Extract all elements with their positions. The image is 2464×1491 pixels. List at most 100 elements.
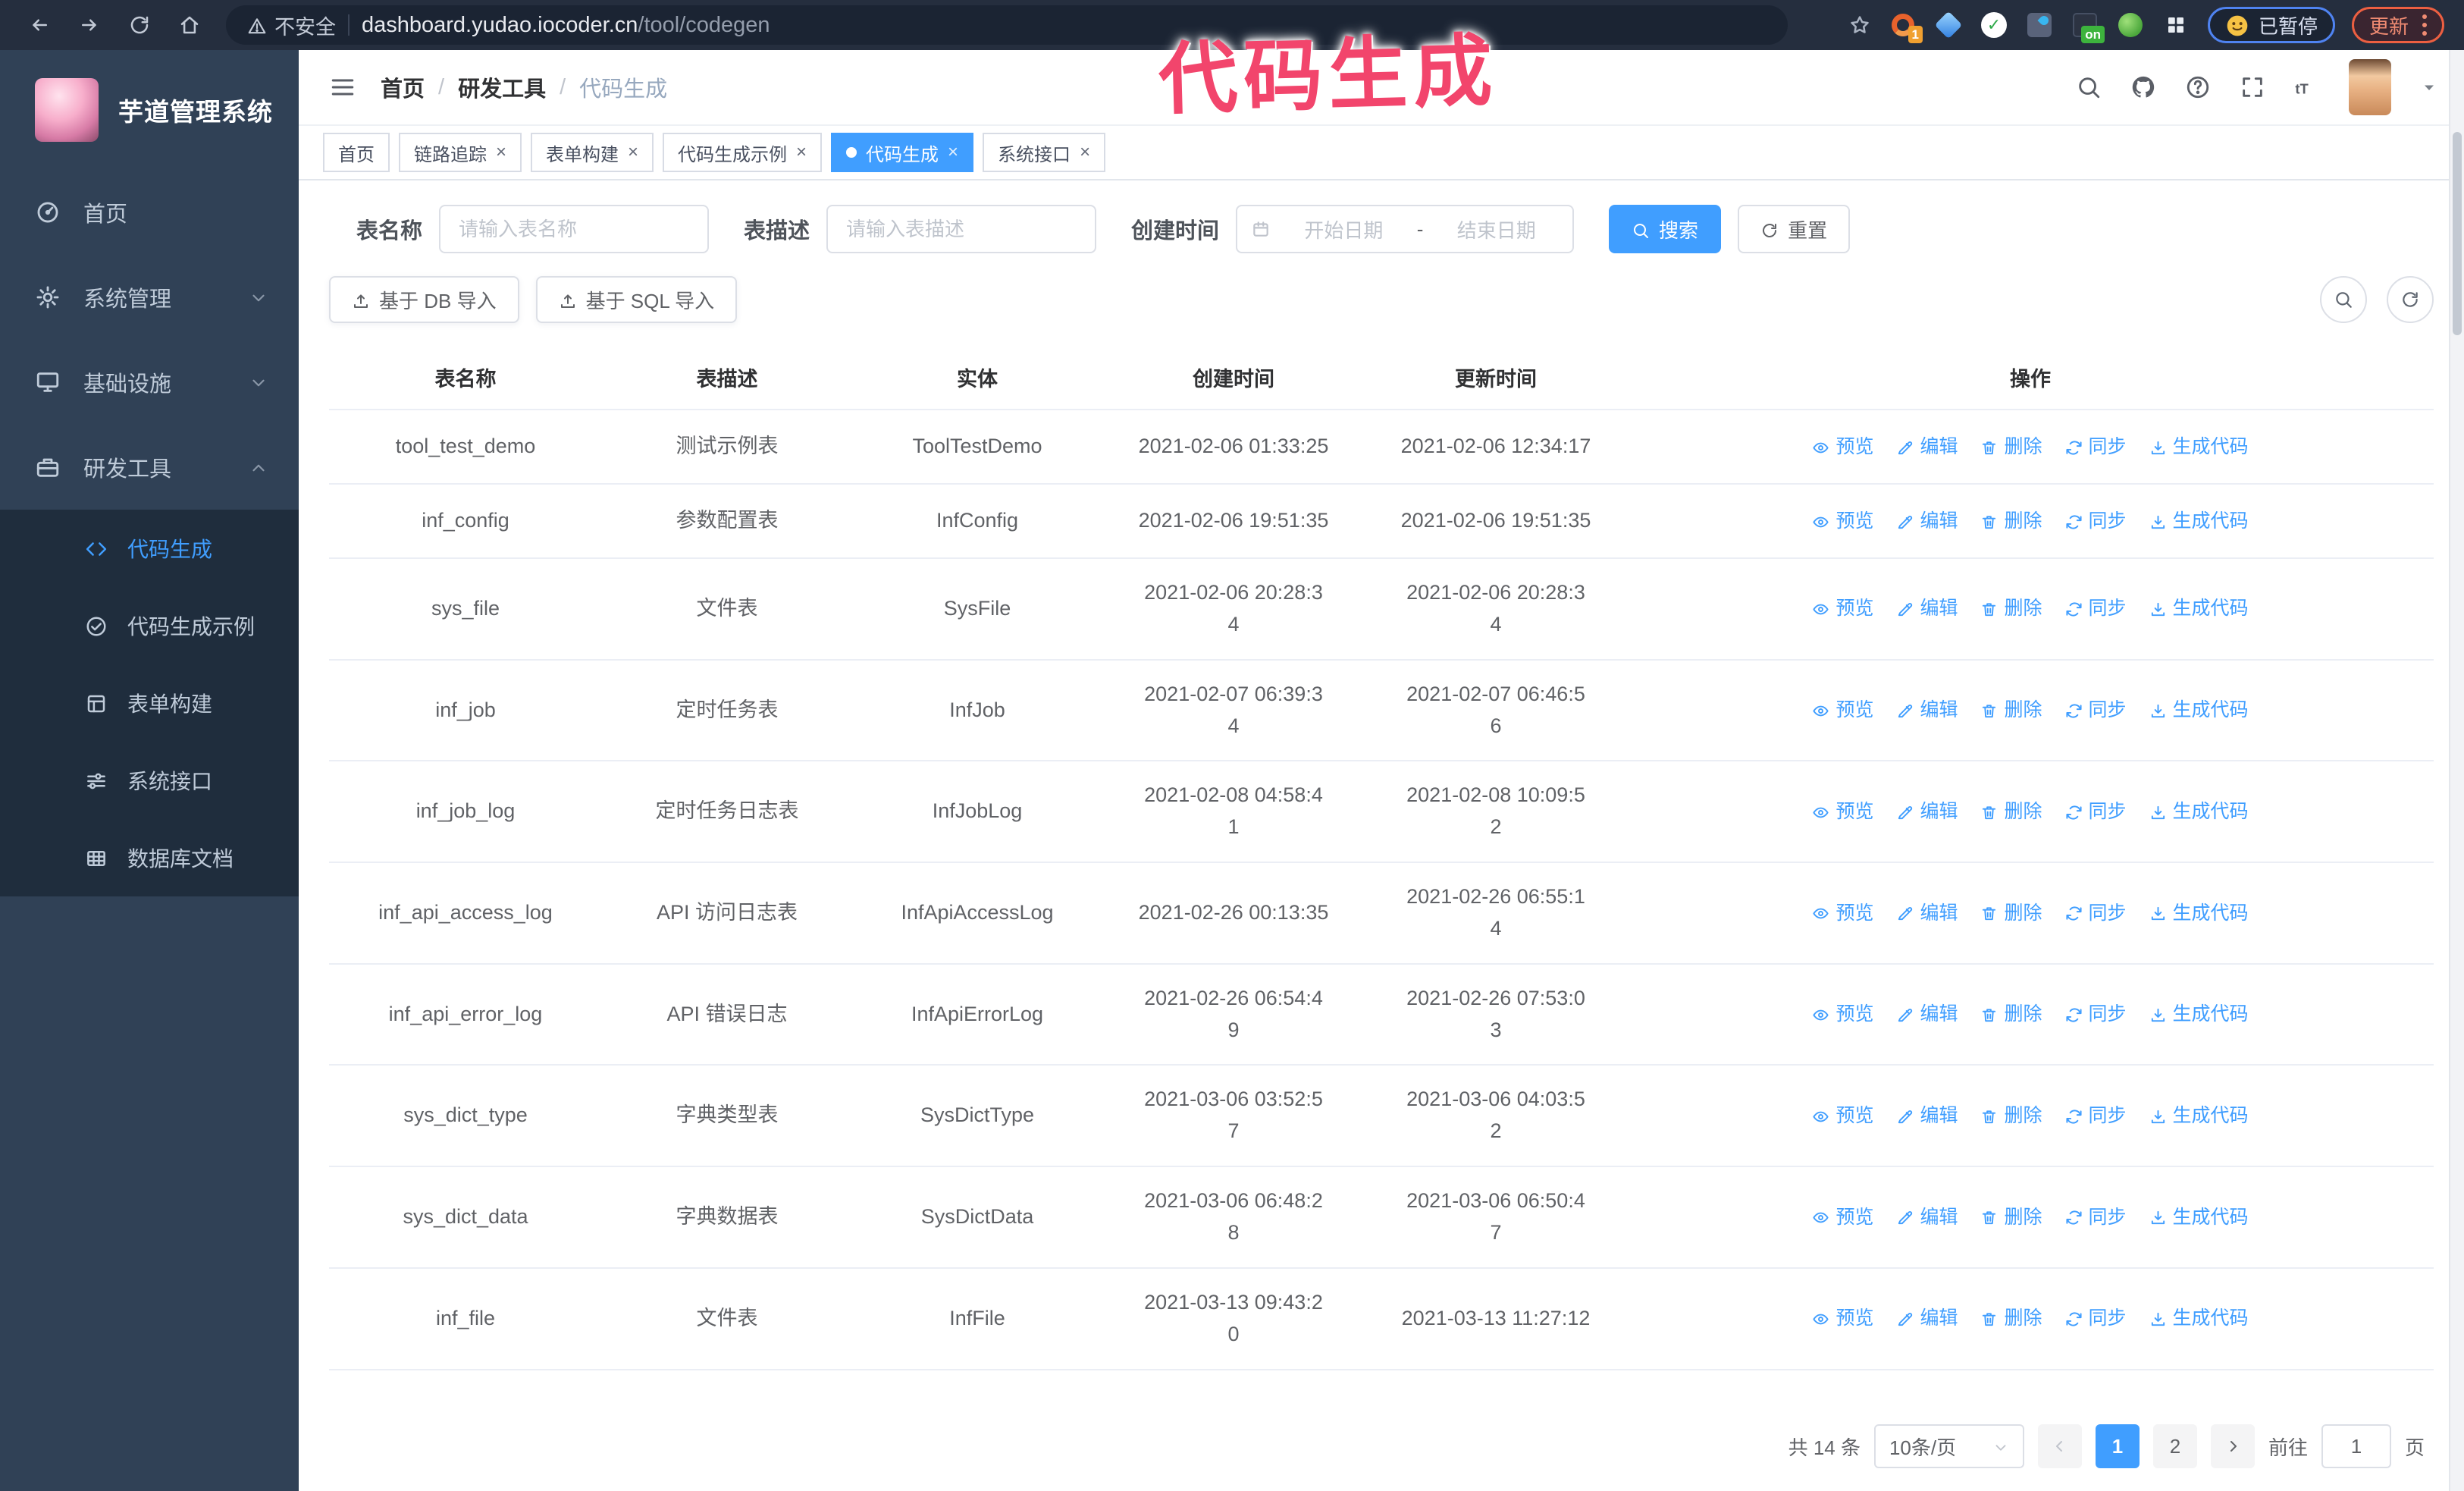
edit-link[interactable]: 编辑	[1896, 1304, 1958, 1333]
close-icon[interactable]: ×	[796, 143, 807, 162]
edit-link[interactable]: 编辑	[1896, 1203, 1958, 1232]
gem-blue-icon[interactable]	[1933, 10, 1964, 40]
page-size-select[interactable]: 10条/页	[1873, 1424, 2024, 1468]
reset-button[interactable]: 重置	[1738, 205, 1851, 253]
edit-link[interactable]: 编辑	[1896, 1000, 1958, 1029]
sync-link[interactable]: 同步	[2065, 1000, 2127, 1029]
font-size-icon[interactable]: tT	[2294, 74, 2320, 100]
home-icon[interactable]	[170, 5, 209, 45]
bookmark-star-icon[interactable]	[1848, 14, 1871, 36]
delete-link[interactable]: 删除	[1980, 432, 2042, 462]
close-icon[interactable]: ×	[628, 143, 638, 162]
sync-link[interactable]: 同步	[2065, 899, 2127, 928]
generate-link[interactable]: 生成代码	[2149, 432, 2249, 462]
sidebar-item-系统管理[interactable]: 系统管理	[0, 255, 299, 340]
sync-link[interactable]: 同步	[2065, 1203, 2127, 1232]
table-name-input[interactable]	[439, 205, 710, 253]
delete-link[interactable]: 删除	[1980, 1000, 2042, 1029]
edit-link[interactable]: 编辑	[1896, 594, 1958, 623]
delete-link[interactable]: 删除	[1980, 1203, 2042, 1232]
reload-icon[interactable]	[120, 5, 159, 45]
dark-on-icon[interactable]: on	[2070, 10, 2105, 43]
edit-link[interactable]: 编辑	[1896, 1101, 1958, 1131]
search-button[interactable]: 搜索	[1609, 205, 1722, 253]
prev-page-button[interactable]	[2037, 1424, 2082, 1468]
generate-link[interactable]: 生成代码	[2149, 1203, 2249, 1232]
help-icon[interactable]	[2185, 74, 2211, 100]
github-icon[interactable]	[2130, 74, 2156, 100]
user-avatar[interactable]	[2349, 59, 2391, 115]
scrollbar-thumb[interactable]	[2453, 132, 2462, 335]
generate-link[interactable]: 生成代码	[2149, 594, 2249, 623]
preview-link[interactable]: 预览	[1812, 1203, 1873, 1232]
table-desc-input[interactable]	[826, 205, 1097, 253]
preview-link[interactable]: 预览	[1812, 432, 1873, 462]
next-page-button[interactable]	[2210, 1424, 2255, 1468]
tab-链路追踪[interactable]: 链路追踪 ×	[399, 133, 522, 172]
generate-link[interactable]: 生成代码	[2149, 1000, 2249, 1029]
sidebar-subitem-代码生成[interactable]: 代码生成	[0, 510, 299, 587]
back-icon[interactable]	[20, 5, 59, 45]
edit-link[interactable]: 编辑	[1896, 899, 1958, 928]
sync-link[interactable]: 同步	[2065, 695, 2127, 725]
forward-icon[interactable]	[70, 5, 109, 45]
sidebar-logo[interactable]: 芋道管理系统	[0, 50, 299, 170]
preview-link[interactable]: 预览	[1812, 507, 1873, 536]
tab-首页[interactable]: 首页	[323, 133, 390, 172]
breadcrumb-item[interactable]: 研发工具	[458, 71, 546, 103]
delete-link[interactable]: 删除	[1980, 797, 2042, 827]
preview-link[interactable]: 预览	[1812, 1304, 1873, 1333]
close-icon[interactable]: ×	[948, 143, 958, 162]
drop-blue-icon[interactable]	[2024, 10, 2055, 40]
ring-orange-icon[interactable]: 1	[1888, 10, 1923, 43]
tab-代码生成[interactable]: 代码生成 ×	[831, 133, 974, 172]
edit-link[interactable]: 编辑	[1896, 507, 1958, 536]
generate-link[interactable]: 生成代码	[2149, 899, 2249, 928]
generate-link[interactable]: 生成代码	[2149, 1101, 2249, 1131]
page-scrollbar[interactable]	[2449, 50, 2464, 1491]
hamburger-icon[interactable]	[324, 69, 361, 105]
page-button-2[interactable]: 2	[2152, 1424, 2197, 1468]
delete-link[interactable]: 删除	[1980, 695, 2042, 725]
avatar-caret-down-icon[interactable]	[2420, 78, 2438, 96]
import-db-button[interactable]: 基于 DB 导入	[329, 276, 519, 323]
sync-link[interactable]: 同步	[2065, 1304, 2127, 1333]
goto-page-input[interactable]	[2321, 1424, 2391, 1468]
edit-link[interactable]: 编辑	[1896, 797, 1958, 827]
delete-link[interactable]: 删除	[1980, 507, 2042, 536]
generate-link[interactable]: 生成代码	[2149, 507, 2249, 536]
site-security[interactable]: 不安全	[247, 11, 336, 40]
menu-dots-icon[interactable]	[2422, 14, 2427, 36]
sync-link[interactable]: 同步	[2065, 1101, 2127, 1131]
date-range-picker[interactable]: 开始日期 - 结束日期	[1236, 205, 1575, 253]
close-icon[interactable]: ×	[496, 143, 506, 162]
sidebar-subitem-数据库文档[interactable]: 数据库文档	[0, 819, 299, 896]
sync-link[interactable]: 同步	[2065, 797, 2127, 827]
preview-link[interactable]: 预览	[1812, 695, 1873, 725]
sidebar-item-基础设施[interactable]: 基础设施	[0, 340, 299, 425]
tab-表单构建[interactable]: 表单构建 ×	[531, 133, 654, 172]
generate-link[interactable]: 生成代码	[2149, 695, 2249, 725]
fullscreen-icon[interactable]	[2240, 74, 2265, 100]
edit-link[interactable]: 编辑	[1896, 432, 1958, 462]
sidebar-subitem-表单构建[interactable]: 表单构建	[0, 664, 299, 742]
delete-link[interactable]: 删除	[1980, 1101, 2042, 1131]
generate-link[interactable]: 生成代码	[2149, 1304, 2249, 1333]
browser-update-button[interactable]: 更新	[2351, 7, 2444, 43]
delete-link[interactable]: 删除	[1980, 594, 2042, 623]
sidebar-item-研发工具[interactable]: 研发工具	[0, 425, 299, 510]
toggle-search-button[interactable]	[2320, 276, 2367, 323]
breadcrumb-item[interactable]: 首页	[381, 71, 425, 103]
sidebar-subitem-系统接口[interactable]: 系统接口	[0, 742, 299, 819]
preview-link[interactable]: 预览	[1812, 899, 1873, 928]
check-green-icon[interactable]: ✓	[1979, 10, 2009, 40]
address-bar[interactable]: 不安全 dashboard.yudao.iocoder.cn/tool/code…	[226, 5, 1788, 45]
preview-link[interactable]: 预览	[1812, 797, 1873, 827]
sidebar-subitem-代码生成示例[interactable]: 代码生成示例	[0, 587, 299, 664]
close-icon[interactable]: ×	[1080, 143, 1090, 162]
preview-link[interactable]: 预览	[1812, 594, 1873, 623]
sync-link[interactable]: 同步	[2065, 594, 2127, 623]
generate-link[interactable]: 生成代码	[2149, 797, 2249, 827]
sync-link[interactable]: 同步	[2065, 507, 2127, 536]
delete-link[interactable]: 删除	[1980, 1304, 2042, 1333]
